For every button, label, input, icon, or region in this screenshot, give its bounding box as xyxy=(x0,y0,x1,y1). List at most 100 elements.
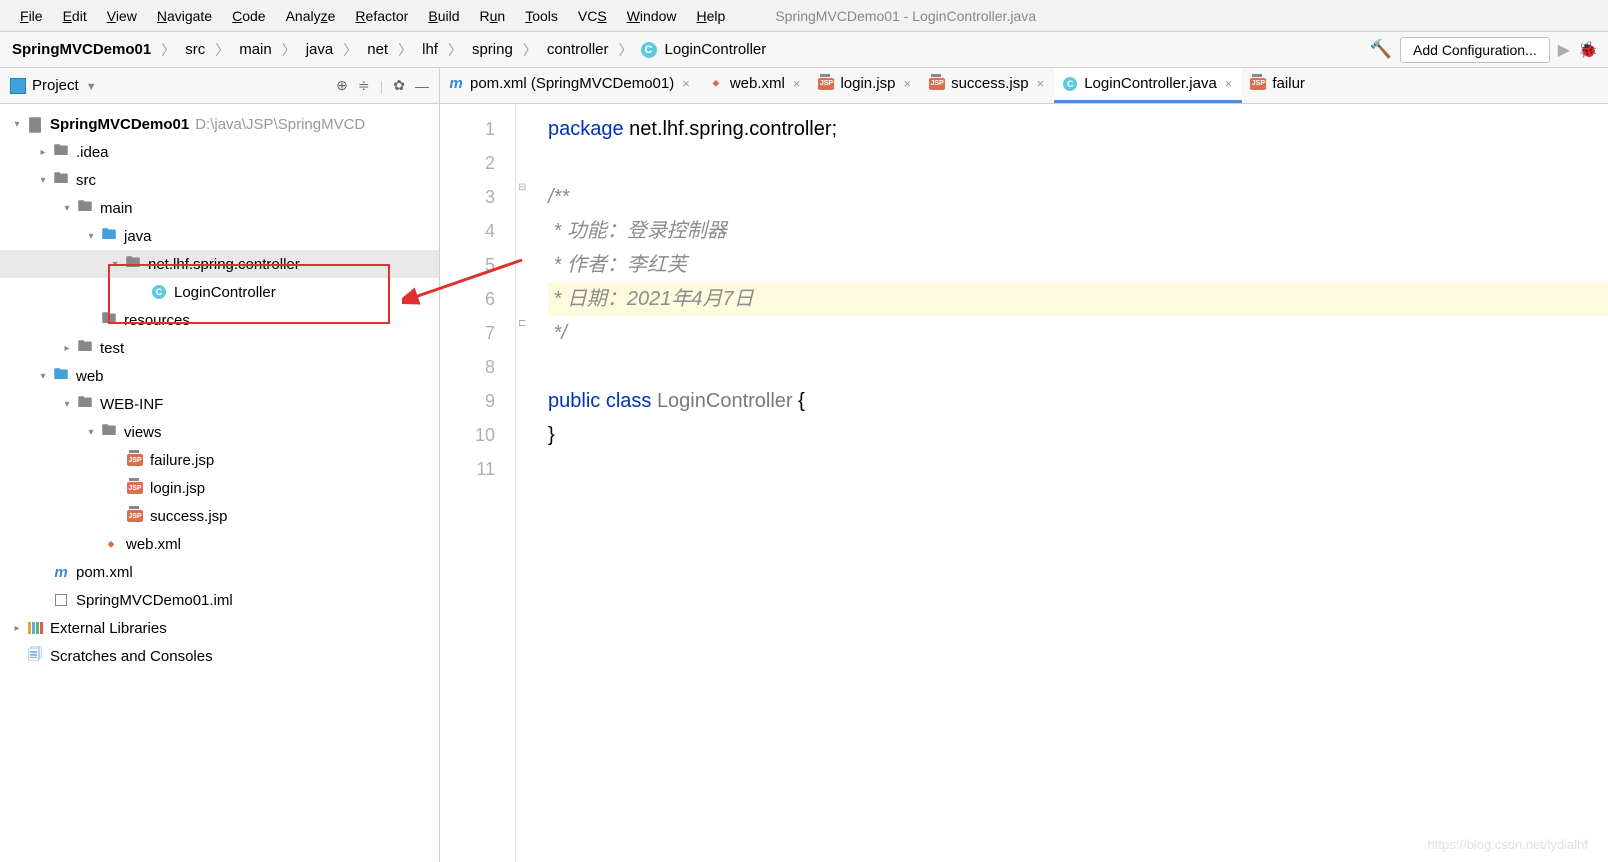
tree-pom[interactable]: m pom.xml xyxy=(0,558,439,586)
tree-test[interactable]: ▸ 🖿 test xyxy=(0,334,439,362)
chevron-right-icon: 〉 xyxy=(276,40,302,60)
menu-window[interactable]: Window xyxy=(617,4,687,28)
jsp-icon: JSP xyxy=(929,76,945,92)
expand-icon[interactable]: ▾ xyxy=(60,203,74,214)
menu-edit[interactable]: Edit xyxy=(53,4,97,28)
crumb-main[interactable]: main xyxy=(237,39,274,60)
tree-views[interactable]: ▾ 🖿 views xyxy=(0,418,439,446)
menu-help[interactable]: Help xyxy=(687,4,736,28)
close-icon[interactable]: × xyxy=(791,76,803,91)
menu-file[interactable]: File xyxy=(10,4,53,28)
tree-failure-jsp[interactable]: JSP failure.jsp xyxy=(0,446,439,474)
jsp-icon: JSP xyxy=(1250,76,1266,92)
crumb-controller[interactable]: controller xyxy=(545,39,611,60)
close-icon[interactable]: × xyxy=(680,76,692,91)
menu-run[interactable]: Run xyxy=(470,4,516,28)
menu-view[interactable]: View xyxy=(97,4,147,28)
package-icon: 🖿 xyxy=(124,256,142,272)
fold-end-icon[interactable]: ⊏ xyxy=(518,318,526,329)
expand-icon[interactable]: ▾ xyxy=(84,231,98,242)
resources-folder-icon: 🖿 xyxy=(100,312,118,328)
chevron-right-icon: 〉 xyxy=(337,40,363,60)
crumb-spring[interactable]: spring xyxy=(470,39,515,60)
tree-webinf[interactable]: ▾ 🖿 WEB-INF xyxy=(0,390,439,418)
add-configuration-button[interactable]: Add Configuration... xyxy=(1400,37,1550,63)
hide-icon[interactable]: — xyxy=(415,78,429,94)
dropdown-icon: ▼ xyxy=(83,81,97,93)
tree-src[interactable]: ▾ 🖿 src xyxy=(0,166,439,194)
tree-login-jsp[interactable]: JSP login.jsp xyxy=(0,474,439,502)
project-view-icon xyxy=(10,78,26,94)
tree-web[interactable]: ▾ 🖿 web xyxy=(0,362,439,390)
tree-package[interactable]: ▾ 🖿 net.lhf.spring.controller xyxy=(0,250,439,278)
folder-icon: 🖿 xyxy=(76,200,94,216)
expand-icon[interactable]: ▾ xyxy=(84,427,98,438)
tree-resources[interactable]: 🖿 resources xyxy=(0,306,439,334)
code-content[interactable]: package net.lhf.spring.controller; /** *… xyxy=(534,104,1608,862)
crumb-java[interactable]: java xyxy=(304,39,336,60)
menu-tools[interactable]: Tools xyxy=(515,4,568,28)
tab-success[interactable]: JSP success.jsp × xyxy=(921,68,1054,103)
locate-icon[interactable]: ⊕ xyxy=(336,77,348,94)
expand-icon[interactable]: ▾ xyxy=(60,399,74,410)
tree-project-root[interactable]: ▾ ▇ SpringMVCDemo01 D:\java\JSP\SpringMV… xyxy=(0,110,439,138)
tree-main[interactable]: ▾ 🖿 main xyxy=(0,194,439,222)
tree-external-libs[interactable]: ▸ External Libraries xyxy=(0,614,439,642)
crumb-lhf[interactable]: lhf xyxy=(420,39,440,60)
tab-logincontroller[interactable]: C LoginController.java × xyxy=(1054,68,1242,103)
menu-navigate[interactable]: Navigate xyxy=(147,4,222,28)
tab-failure[interactable]: JSP failur xyxy=(1242,68,1313,103)
tab-webxml[interactable]: ⬥ web.xml × xyxy=(700,68,811,103)
debug-icon[interactable]: 🐞 xyxy=(1578,40,1598,60)
expand-icon[interactable]: ▸ xyxy=(60,343,74,354)
collapse-icon[interactable]: ≑ xyxy=(358,77,370,94)
tree-scratches[interactable]: 🗐 Scratches and Consoles xyxy=(0,642,439,670)
expand-icon[interactable]: ▾ xyxy=(10,119,24,130)
folder-icon: 🖿 xyxy=(76,396,94,412)
close-icon[interactable]: × xyxy=(1035,76,1047,91)
tab-login[interactable]: JSP login.jsp × xyxy=(810,68,921,103)
settings-icon[interactable]: ✿ xyxy=(393,77,405,94)
tree-success-jsp[interactable]: JSP success.jsp xyxy=(0,502,439,530)
expand-icon[interactable]: ▾ xyxy=(36,371,50,382)
project-title[interactable]: Project ▼ xyxy=(32,77,336,94)
module-icon: ▇ xyxy=(26,116,44,132)
expand-icon[interactable]: ▸ xyxy=(10,623,24,634)
expand-icon[interactable]: ▾ xyxy=(108,259,122,270)
crumb-net[interactable]: net xyxy=(365,39,390,60)
window-title: SpringMVCDemo01 - LoginController.java xyxy=(775,8,1036,24)
xml-icon: ⬥ xyxy=(102,536,120,552)
tree-controller-class[interactable]: C LoginController xyxy=(0,278,439,306)
jsp-icon: JSP xyxy=(126,452,144,468)
crumb-class[interactable]: LoginController xyxy=(663,39,769,60)
fold-start-icon[interactable]: ⊟ xyxy=(518,182,526,193)
menu-vcs[interactable]: VCS xyxy=(568,4,617,28)
menu-analyze[interactable]: Analyze xyxy=(276,4,346,28)
tab-pom[interactable]: m pom.xml (SpringMVCDemo01) × xyxy=(440,68,700,103)
run-icon[interactable]: ▶ xyxy=(1558,40,1570,60)
project-tree[interactable]: ▾ ▇ SpringMVCDemo01 D:\java\JSP\SpringMV… xyxy=(0,104,439,676)
build-icon[interactable]: 🔨 xyxy=(1370,39,1392,60)
menu-build[interactable]: Build xyxy=(418,4,469,28)
menu-code[interactable]: Code xyxy=(222,4,275,28)
class-icon: C xyxy=(641,42,657,58)
maven-icon: m xyxy=(52,564,70,580)
menu-refactor[interactable]: Refactor xyxy=(345,4,418,28)
expand-icon[interactable]: ▾ xyxy=(36,175,50,186)
crumb-project[interactable]: SpringMVCDemo01 xyxy=(10,39,153,60)
chevron-right-icon: 〉 xyxy=(392,40,418,60)
editor-tabs: m pom.xml (SpringMVCDemo01) × ⬥ web.xml … xyxy=(440,68,1608,104)
library-icon xyxy=(26,620,44,636)
maven-icon: m xyxy=(448,76,464,92)
code-editor[interactable]: 1234567891011 ⊟ ⊏ package net.lhf.spring… xyxy=(440,104,1608,862)
line-gutter: 1234567891011 xyxy=(440,104,516,862)
tree-java[interactable]: ▾ 🖿 java xyxy=(0,222,439,250)
tree-idea[interactable]: ▸ 🖿 .idea xyxy=(0,138,439,166)
tree-iml[interactable]: SpringMVCDemo01.iml xyxy=(0,586,439,614)
close-icon[interactable]: × xyxy=(1223,76,1235,91)
expand-icon[interactable]: ▸ xyxy=(36,147,50,158)
crumb-src[interactable]: src xyxy=(183,39,207,60)
tree-webxml[interactable]: ⬥ web.xml xyxy=(0,530,439,558)
close-icon[interactable]: × xyxy=(901,76,913,91)
chevron-right-icon: 〉 xyxy=(613,40,639,60)
